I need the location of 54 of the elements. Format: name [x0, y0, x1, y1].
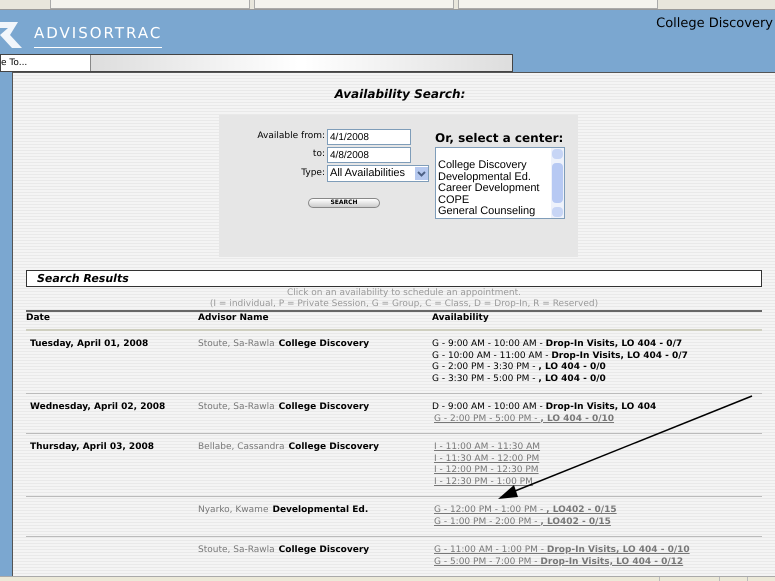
availability-text: G - 10:00 AM - 11:00 AM - Drop-In Visits, LO 404 - 0/7	[432, 350, 688, 362]
availability-text: G - 3:30 PM - 5:00 PM - , LO 404 - 0/0	[432, 374, 606, 385]
date-cell-text: Tuesday, April 01, 2008	[29, 339, 150, 351]
availability-link[interactable]: I - 12:30 PM - 1:00 PM	[432, 476, 533, 488]
column-header: Advisor Name	[198, 312, 270, 325]
center-option[interactable]: Developmental Ed.	[436, 172, 551, 183]
availability-link[interactable]: G - 5:00 PM - 7:00 PM - Drop-In Visits, LO 404 - 0/12	[432, 556, 684, 568]
availability-link[interactable]: G - 12:00 PM - 1:00 PM - , LO402 - 0/15	[432, 505, 617, 516]
column-header: Date	[26, 312, 51, 325]
availability-text: G - 9:00 AM - 10:00 AM - Drop-In Visits, LO 404 - 0/7	[432, 339, 682, 350]
to-date-field[interactable]: 4/8/2008	[327, 147, 411, 163]
advisor-center: College Discovery	[278, 402, 370, 414]
logo-text: ADVISORTRAC	[34, 22, 162, 48]
from-date-field[interactable]: 4/1/2008	[327, 129, 411, 145]
availability-text: D - 9:00 AM - 10:00 AM - Drop-In Visits, LO 404	[432, 402, 656, 414]
advisor-center: Developmental Ed.	[272, 505, 368, 517]
results-hint: Click on an availability to schedule an appointment.	[286, 288, 522, 299]
center-name: College Discovery	[656, 15, 773, 33]
availability-link[interactable]: G - 11:00 AM - 1:00 PM - Drop-In Visits, LO 404 - 0/10	[432, 545, 690, 556]
type-dropdown[interactable]: All Availabilities	[327, 165, 429, 182]
advisor-center: College Discovery	[288, 442, 379, 454]
type-label: Type:	[301, 166, 325, 180]
search-title: Availability Search:	[333, 86, 466, 103]
center-option[interactable]: COPE	[436, 194, 551, 206]
advisor-name: Stoute, Sa-Rawla	[198, 402, 275, 414]
advisor-center: College Discovery	[278, 339, 370, 351]
results-header: Search Results	[26, 270, 762, 287]
advisor-name: Nyarko, Kwame	[198, 505, 268, 517]
center-option[interactable]: General Counseling	[436, 206, 551, 218]
date-cell-text: Wednesday, April 02, 2008	[29, 402, 166, 414]
type-legend: (I = individual, P = Private Session, G = Group, C = Class, D = Drop-In, R = Reserved)	[13, 299, 775, 310]
availability-text: G - 2:00 PM - 3:30 PM - , LO 404 - 0/0	[432, 362, 606, 374]
advisor-name: Stoute, Sa-Rawla	[198, 545, 275, 557]
center-option[interactable]: Career Development	[436, 183, 551, 194]
advisor-name: Stoute, Sa-Rawla	[198, 339, 275, 351]
advisor-center: College Discovery	[278, 545, 370, 557]
browser-tab[interactable]	[50, 0, 250, 9]
advisor-name: Bellabe, Cassandra	[198, 442, 285, 454]
availability-link[interactable]: I - 12:00 PM - 12:30 PM	[432, 465, 539, 476]
availability-link[interactable]: I - 11:30 AM - 12:00 PM	[432, 454, 540, 465]
date-cell-text: Thursday, April 03, 2008	[29, 442, 155, 454]
scrollbar[interactable]	[551, 148, 564, 218]
column-header: Availability	[432, 312, 490, 325]
to-label: to:	[312, 148, 325, 162]
availability-link[interactable]: G - 2:00 PM - 5:00 PM - , LO 404 - 0/10	[432, 414, 614, 425]
availability-link[interactable]: I - 11:00 AM - 11:30 AM	[432, 442, 540, 454]
browser-tab[interactable]	[458, 0, 658, 9]
from-label: Available from:	[257, 130, 325, 144]
browser-tab[interactable]	[254, 0, 454, 9]
center-heading: Or, select a center:	[435, 130, 564, 147]
goto-field[interactable]: e To...	[1, 55, 91, 71]
availability-link[interactable]: G - 1:00 PM - 2:00 PM - , LO402 - 0/15	[432, 516, 611, 528]
center-option[interactable]: College Discovery	[436, 160, 551, 172]
center-listbox[interactable]: College Discovery Developmental Ed. Career Development COPE General Counseling	[435, 147, 565, 219]
